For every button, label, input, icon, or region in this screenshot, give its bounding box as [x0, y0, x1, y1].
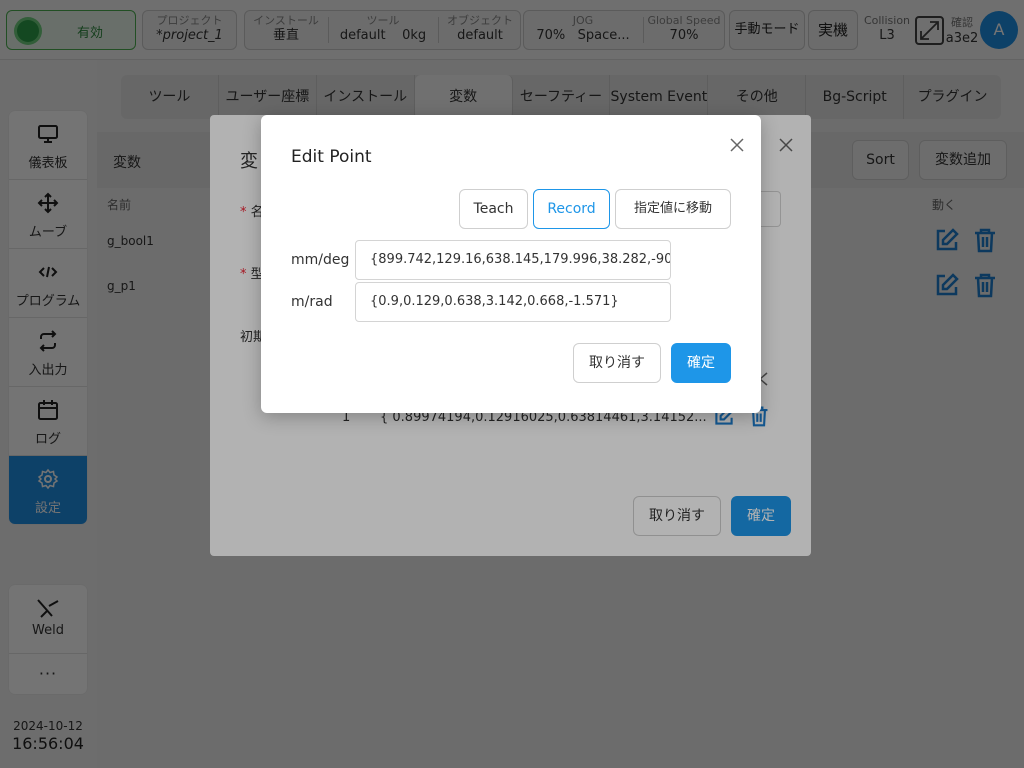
confirm-button[interactable]: 確定 [671, 343, 731, 383]
edit-point-title: Edit Point [291, 147, 372, 167]
edit-point-dialog: Edit Point Teach Record 指定値に移動 mm/deg {8… [261, 115, 761, 413]
close-icon[interactable] [730, 138, 744, 152]
mrad-input[interactable]: {0.9,0.129,0.638,3.142,0.668,-1.571} [355, 282, 671, 322]
teach-button[interactable]: Teach [459, 189, 528, 229]
move-to-value-button[interactable]: 指定値に移動 [615, 189, 731, 229]
mmdeg-input[interactable]: {899.742,129.16,638.145,179.996,38.282,-… [355, 240, 671, 280]
cancel-button[interactable]: 取り消す [573, 343, 661, 383]
record-button[interactable]: Record [533, 189, 610, 229]
mrad-label: m/rad [291, 294, 333, 310]
mmdeg-label: mm/deg [291, 252, 350, 268]
